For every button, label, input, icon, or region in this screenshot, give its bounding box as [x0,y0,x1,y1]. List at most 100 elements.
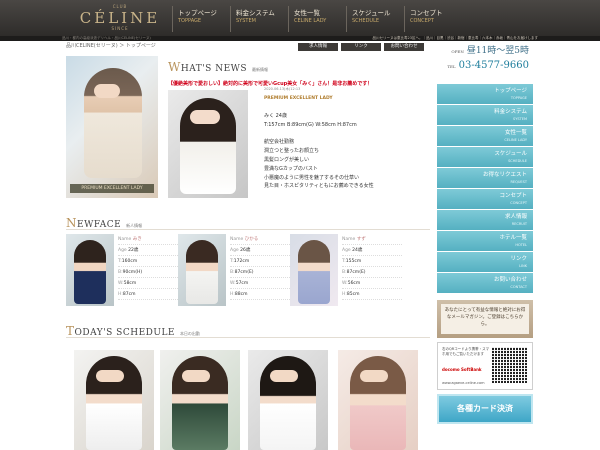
nav-sublabel: SYSTEM [236,18,256,24]
lady-hip: 85cm [346,292,360,297]
menu-sublabel: CONCEPT [510,201,527,205]
logo-main-text: CÉLINE [79,9,161,27]
lady-name[interactable]: みき [133,237,142,242]
lady-name[interactable]: ひかる [245,237,259,242]
business-hours: OPEN 昼11時〜翌5時 TEL 03-4577-9660 [437,43,533,73]
subheader-areas: 品川セリーヌは恵比寿23区へ。｜品川｜目黒｜渋谷｜新宿｜恵比寿｜六本木｜赤坂｜青… [372,36,538,40]
credit-card-banner[interactable]: 各種カード決済 [437,394,533,424]
sidebar-menu: トップページ TOPPAGE 料金システム SYSTEM 女性一覧 CELINE LA… [437,84,533,294]
mail-magazine-text: あなたにとって有益な情報と絶対にお得なメールマガジン。ご登録はこちらから。 [441,304,529,334]
nav-label: コンセプト [410,9,443,17]
menu-sublabel: SYSTEM [513,117,527,121]
menu-label: お問い合わせ [493,277,527,283]
mobile-url[interactable]: www.agaeve-celine.com [442,381,485,385]
nav-label: トップページ [178,9,217,17]
nav-item-concept[interactable]: コンセプト CONCEPT [404,6,462,32]
menu-sublabel: REQUEST [510,180,527,184]
sidebar-item-hotel[interactable]: ホテル一覧 HOTEL [437,231,533,252]
schedule-card[interactable] [338,350,418,450]
lady-bust: 90cm(H) [122,270,143,275]
news-section: WHAT'S NEWS 最新情報 【優絶美形で愛おしい】絶対的に美形で可愛いGc… [168,56,430,198]
feature-lady-photo[interactable]: PREMIUM EXCELLENT LADY [66,56,158,198]
menu-label: お得なリクエスト [482,172,527,178]
menu-sublabel: HOTEL [515,243,527,247]
sidebar-item-request[interactable]: お得なリクエスト REQUEST [437,168,533,189]
news-line: 潤立つと整ったお顔立ち [264,148,320,155]
mobile-qr-box: 右のQRコードより携帯・スマホ用でもご覧いただけます docomo SoftBa… [437,342,533,390]
qr-code-icon[interactable] [492,347,528,383]
heading-initial: T [66,324,75,338]
sidebar-item-system[interactable]: 料金システム SYSTEM [437,105,533,126]
news-headline[interactable]: 【優絶美形で愛おしい】絶対的に美形で可愛いGcup美女「みく」さん！是非お薦めで… [168,80,430,87]
contact-button[interactable]: お問い合わせ [384,43,424,51]
menu-label: リンク [510,256,527,262]
newface-card[interactable]: Name ひかる Age 26歳 T:172cm B:87cm(E) W:57c… [178,234,290,306]
heading-jp: 本日の出勤 [179,331,200,336]
sidebar-item-concept[interactable]: コンセプト CONCEPT [437,189,533,210]
news-line: みく 24歳 [264,113,287,119]
face-cover [270,370,298,382]
lady-waist: 56cm [347,281,361,286]
name-key: Name [118,237,132,242]
nav-sublabel: SCHEDULE [352,18,380,24]
menu-sublabel: CELINE LADY [504,138,527,142]
face-cover [94,84,120,98]
newface-card[interactable]: Name みき Age 22歳 T:160cm B:90cm(H) W:58cm… [66,234,178,306]
lady-age: 22歳 [128,248,139,253]
face-cover [96,370,124,382]
newface-info: Name みき Age 22歳 T:160cm B:90cm(H) W:58cm… [118,234,178,300]
site-logo[interactable]: CLUB CÉLINE SINCE [72,4,168,32]
news-lady-photo[interactable] [168,90,248,198]
feature-tag: PREMIUM EXCELLENT LADY [70,184,154,193]
top-mini-buttons: 求人情報 リンク お問い合わせ [298,43,424,51]
nav-sublabel: CONCEPT [410,18,434,24]
sidebar-item-toppage[interactable]: トップページ TOPPAGE [437,84,533,105]
main-nav: トップページ TOPPAGE 料金システム SYSTEM 女性一覧 CELINE… [172,6,462,32]
news-line: 黒髪ロングが美しい [264,156,310,163]
nav-item-celine-lady[interactable]: 女性一覧 CELINE LADY [288,6,346,32]
newface-info: Name ひかる Age 26歳 T:172cm B:87cm(E) W:57c… [230,234,290,300]
sidebar-item-contact[interactable]: お問い合わせ CONTACT [437,273,533,294]
link-button[interactable]: リンク [341,43,381,51]
sidebar-item-link[interactable]: リンク LINK [437,252,533,273]
phone-number[interactable]: 03-4577-9660 [459,60,529,71]
schedule-card[interactable] [248,350,328,450]
newface-photo[interactable] [66,234,114,306]
nav-item-system[interactable]: 料金システム SYSTEM [230,6,288,32]
nav-item-schedule[interactable]: スケジュール SCHEDULE [346,6,404,32]
heading-text: ODAY'S SCHEDULE [74,328,176,338]
lady-waist: 57cm [235,281,249,286]
face-cover [190,110,220,124]
recruit-button[interactable]: 求人情報 [298,43,338,51]
subheader-description: 品川・都内の高級派遣デリヘル・品川CELINE(セリーヌ) [62,36,151,40]
schedule-heading: TODAY'S SCHEDULE 本日の出勤 [66,324,430,338]
newface-photo[interactable] [290,234,338,306]
newface-card[interactable]: Name すず Age 24歳 T:155cm B:87cm(E) W:56cm… [290,234,402,306]
sidebar-item-recruit[interactable]: 求人情報 RECRUIT [437,210,533,231]
nav-label: スケジュール [352,9,391,17]
age-key: Age [118,248,127,253]
mail-magazine-banner[interactable]: あなたにとって有益な情報と絶対にお得なメールマガジン。ご登録はこちらから。 [437,300,533,338]
lady-height: 172cm [233,259,250,264]
schedule-card[interactable] [74,350,154,450]
sidebar-item-schedule[interactable]: スケジュール SCHEDULE [437,147,533,168]
open-hours: 昼11時〜翌5時 [466,46,529,56]
news-date: 2020.06.13(木)12:13 [264,87,301,91]
menu-label: 女性一覧 [504,130,527,136]
heading-text: EWFACE [77,220,122,230]
news-lady-label: PREMIUM EXCELLENT LADY [264,96,333,101]
nav-item-toppage[interactable]: トップページ TOPPAGE [172,6,230,32]
lady-name[interactable]: すず [357,237,366,242]
heading-jp: 新人情報 [126,223,143,228]
menu-sublabel: SCHEDULE [508,159,527,163]
newface-photo[interactable] [178,234,226,306]
menu-label: 料金システム [494,109,527,115]
sidebar-item-celine-lady[interactable]: 女性一覧 CELINE LADY [437,126,533,147]
right-sidebar: OPEN 昼11時〜翌5時 TEL 03-4577-9660 トップページ TOPPA… [437,43,533,424]
menu-label: トップページ [494,88,527,94]
schedule-card[interactable] [160,350,240,450]
qr-description: 右のQRコードより携帯・スマホ用でもご覧いただけます [442,347,490,356]
menu-label: 求人情報 [504,214,527,220]
breadcrumb[interactable]: 品川CELINE(セリーヌ) ＞ トップページ [66,43,156,50]
heading-text: HAT'S NEWS [180,64,248,74]
